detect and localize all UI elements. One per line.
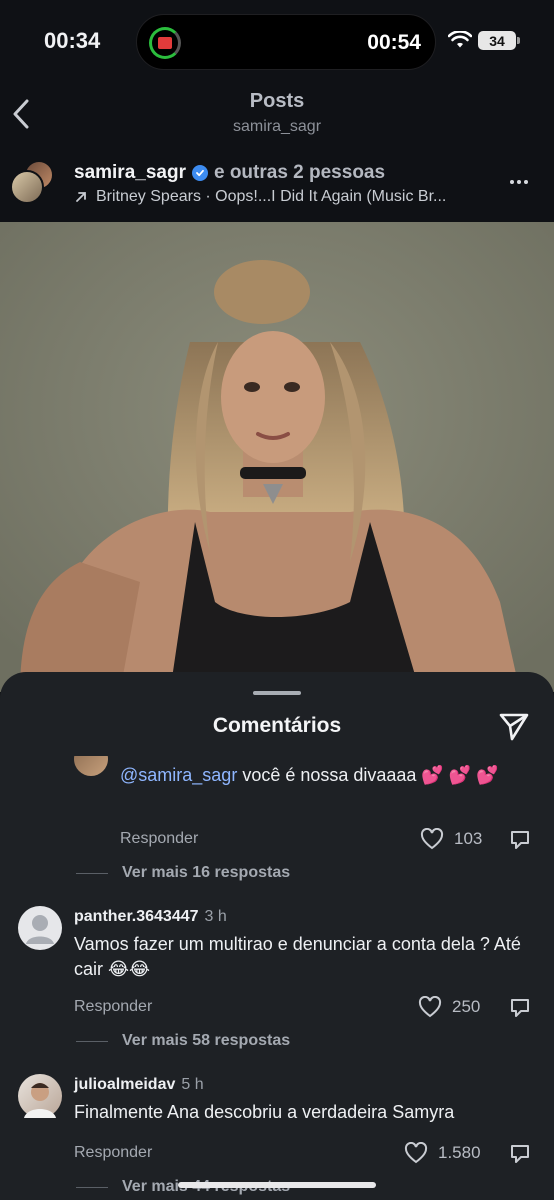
music-title: Britney Spears · Oops!...I Did It Again …: [96, 188, 447, 205]
avatar[interactable]: [18, 906, 62, 950]
heart-icon: [420, 828, 444, 850]
heart-icon: [404, 1142, 428, 1164]
mention-link[interactable]: @samira_sagr: [120, 765, 237, 785]
sheet-grabber[interactable]: [253, 691, 301, 695]
status-bar: 00:34 00:54 34: [0, 0, 554, 80]
share-icon: [511, 1145, 529, 1163]
avatar: [10, 170, 44, 204]
comment-username[interactable]: julioalmeidav 5 h: [74, 1076, 204, 1094]
top-nav: Posts samira_sagr: [0, 80, 554, 146]
view-more-replies[interactable]: Ver mais 58 respostas: [76, 1032, 290, 1050]
page-title: Posts: [249, 90, 305, 112]
reply-body: você é nossa divaaaa 💕 💕 💕: [237, 765, 499, 785]
home-indicator[interactable]: [178, 1182, 376, 1188]
reply-button[interactable]: Responder: [74, 1144, 152, 1162]
like-count: 1.580: [438, 1143, 481, 1162]
avatar[interactable]: [74, 756, 108, 776]
post-username[interactable]: samira_sagr: [74, 162, 186, 184]
post-image: [0, 222, 554, 692]
wifi-icon: [448, 31, 472, 48]
reply-button[interactable]: Responder: [74, 998, 152, 1016]
music-attribution[interactable]: Britney Spears · Oops!...I Did It Again …: [74, 188, 446, 206]
view-more-label: Ver mais 16 respostas: [122, 864, 291, 881]
comments-sheet: Comentários @samira_sagr você é nossa di…: [0, 672, 554, 1200]
avatar[interactable]: [18, 1074, 62, 1118]
status-time: 00:34: [44, 28, 101, 53]
island-time: 00:54: [367, 31, 421, 54]
send-icon: [499, 713, 529, 741]
like-control[interactable]: 103: [420, 828, 482, 850]
battery-indicator: 34: [478, 31, 520, 50]
sheet-title: Comentários: [212, 714, 342, 737]
heart-icon: [418, 996, 442, 1018]
verified-icon: [191, 165, 208, 181]
timer-ring-icon: [149, 27, 181, 59]
share-comment-button[interactable]: [508, 1142, 532, 1166]
view-more-replies[interactable]: Ver mais 16 respostas: [76, 864, 290, 882]
reply-button[interactable]: Responder: [120, 830, 198, 848]
reply-text: @samira_sagr você é nossa divaaaa 💕 💕 💕: [120, 762, 520, 788]
share-comment-button[interactable]: [508, 828, 532, 852]
send-button[interactable]: [496, 710, 532, 744]
dynamic-island[interactable]: 00:54: [136, 14, 436, 70]
collab-avatars[interactable]: [10, 160, 60, 206]
arrow-up-right-icon: [76, 192, 86, 202]
post-collaborators[interactable]: e outras 2 pessoas: [214, 162, 385, 184]
post-header: samira_sagr e outras 2 pessoas Britney S…: [0, 146, 554, 222]
comment-text: Finalmente Ana descobriu a verdadeira Sa…: [74, 1102, 455, 1122]
view-more-label: Ver mais 58 respostas: [122, 1032, 291, 1049]
comments-list[interactable]: @samira_sagr você é nossa divaaaa 💕 💕 💕 …: [0, 756, 554, 1200]
like-control[interactable]: 250: [418, 996, 480, 1018]
more-icon[interactable]: [510, 172, 536, 192]
post-author[interactable]: samira_sagr e outras 2 pessoas: [74, 162, 385, 184]
page-subtitle: samira_sagr: [232, 118, 322, 135]
comment-username[interactable]: panther.3643447 3 h: [74, 908, 227, 926]
post-photo[interactable]: [0, 222, 554, 692]
like-count: 103: [454, 829, 483, 848]
like-control[interactable]: 1.580: [404, 1142, 481, 1164]
share-icon: [511, 999, 529, 1017]
share-comment-button[interactable]: [508, 996, 532, 1020]
comment-text: Vamos fazer um multirao e denunciar a co…: [74, 934, 521, 979]
like-count: 250: [452, 997, 481, 1016]
share-icon: [511, 831, 529, 849]
